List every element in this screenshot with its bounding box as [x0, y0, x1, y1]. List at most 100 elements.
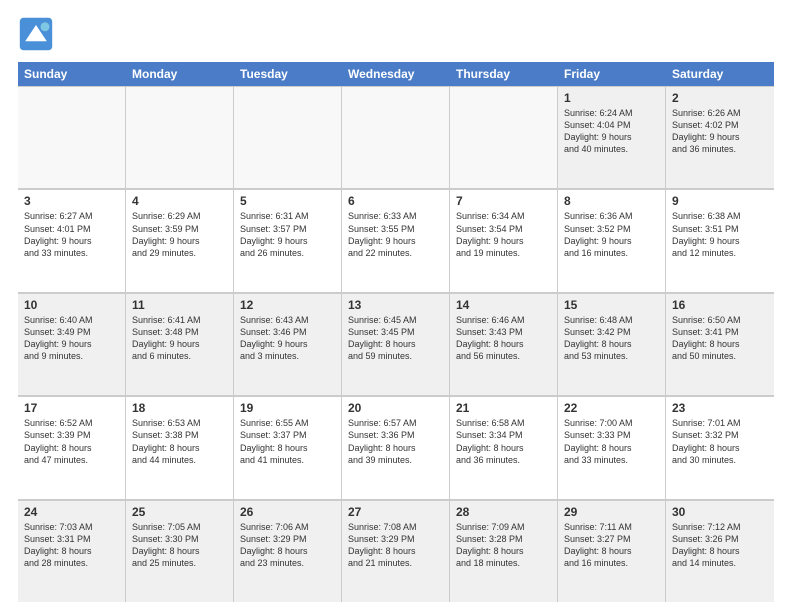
calendar-row-1: 3 Sunrise: 6:27 AMSunset: 4:01 PMDaylight…	[18, 189, 774, 292]
cell-info: Sunrise: 7:09 AMSunset: 3:28 PMDaylight:…	[456, 521, 551, 570]
calendar-cell: 5 Sunrise: 6:31 AMSunset: 3:57 PMDaylight…	[234, 190, 342, 291]
cell-info: Sunrise: 6:45 AMSunset: 3:45 PMDaylight:…	[348, 314, 443, 363]
calendar-cell: 9 Sunrise: 6:38 AMSunset: 3:51 PMDaylight…	[666, 190, 774, 291]
day-number: 9	[672, 194, 768, 208]
calendar-cell: 22 Sunrise: 7:00 AMSunset: 3:33 PMDayligh…	[558, 397, 666, 498]
day-number: 16	[672, 298, 768, 312]
cell-info: Sunrise: 6:34 AMSunset: 3:54 PMDaylight:…	[456, 210, 551, 259]
day-number: 21	[456, 401, 551, 415]
logo-icon	[18, 16, 54, 52]
calendar-cell: 21 Sunrise: 6:58 AMSunset: 3:34 PMDayligh…	[450, 397, 558, 498]
calendar-cell: 2 Sunrise: 6:26 AMSunset: 4:02 PMDaylight…	[666, 87, 774, 188]
cell-info: Sunrise: 6:27 AMSunset: 4:01 PMDaylight:…	[24, 210, 119, 259]
day-number: 26	[240, 505, 335, 519]
day-number: 11	[132, 298, 227, 312]
cell-info: Sunrise: 7:08 AMSunset: 3:29 PMDaylight:…	[348, 521, 443, 570]
day-number: 17	[24, 401, 119, 415]
day-number: 18	[132, 401, 227, 415]
calendar: SundayMondayTuesdayWednesdayThursdayFrid…	[18, 62, 774, 602]
day-number: 10	[24, 298, 119, 312]
header	[18, 16, 774, 52]
cell-info: Sunrise: 6:55 AMSunset: 3:37 PMDaylight:…	[240, 417, 335, 466]
calendar-cell: 11Sunrise: 6:41 AMSunset: 3:48 PMDayligh…	[126, 294, 234, 395]
cell-info: Sunrise: 7:01 AMSunset: 3:32 PMDaylight:…	[672, 417, 768, 466]
day-number: 2	[672, 91, 768, 105]
cell-info: Sunrise: 6:53 AMSunset: 3:38 PMDaylight:…	[132, 417, 227, 466]
calendar-cell: 6 Sunrise: 6:33 AMSunset: 3:55 PMDaylight…	[342, 190, 450, 291]
page: SundayMondayTuesdayWednesdayThursdayFrid…	[0, 0, 792, 612]
day-number: 20	[348, 401, 443, 415]
day-number: 3	[24, 194, 119, 208]
day-number: 22	[564, 401, 659, 415]
header-cell-tuesday: Tuesday	[234, 62, 342, 86]
calendar-row-3: 17 Sunrise: 6:52 AMSunset: 3:39 PMDayligh…	[18, 396, 774, 499]
cell-info: Sunrise: 6:33 AMSunset: 3:55 PMDaylight:…	[348, 210, 443, 259]
calendar-cell: 26 Sunrise: 7:06 AMSunset: 3:29 PMDayligh…	[234, 501, 342, 602]
calendar-cell: 23 Sunrise: 7:01 AMSunset: 3:32 PMDayligh…	[666, 397, 774, 498]
calendar-cell: 14 Sunrise: 6:46 AMSunset: 3:43 PMDayligh…	[450, 294, 558, 395]
header-cell-monday: Monday	[126, 62, 234, 86]
calendar-cell: 19 Sunrise: 6:55 AMSunset: 3:37 PMDayligh…	[234, 397, 342, 498]
header-cell-thursday: Thursday	[450, 62, 558, 86]
calendar-cell: 1 Sunrise: 6:24 AMSunset: 4:04 PMDaylight…	[558, 87, 666, 188]
cell-info: Sunrise: 6:38 AMSunset: 3:51 PMDaylight:…	[672, 210, 768, 259]
cell-info: Sunrise: 6:29 AMSunset: 3:59 PMDaylight:…	[132, 210, 227, 259]
calendar-cell: 3 Sunrise: 6:27 AMSunset: 4:01 PMDaylight…	[18, 190, 126, 291]
header-cell-friday: Friday	[558, 62, 666, 86]
day-number: 14	[456, 298, 551, 312]
calendar-cell: 16 Sunrise: 6:50 AMSunset: 3:41 PMDayligh…	[666, 294, 774, 395]
day-number: 4	[132, 194, 227, 208]
calendar-cell: 7 Sunrise: 6:34 AMSunset: 3:54 PMDaylight…	[450, 190, 558, 291]
header-cell-wednesday: Wednesday	[342, 62, 450, 86]
calendar-cell: 29 Sunrise: 7:11 AMSunset: 3:27 PMDayligh…	[558, 501, 666, 602]
calendar-cell: 20Sunrise: 6:57 AMSunset: 3:36 PMDayligh…	[342, 397, 450, 498]
calendar-row-0: 1 Sunrise: 6:24 AMSunset: 4:04 PMDaylight…	[18, 86, 774, 189]
calendar-cell: 28Sunrise: 7:09 AMSunset: 3:28 PMDayligh…	[450, 501, 558, 602]
cell-info: Sunrise: 6:24 AMSunset: 4:04 PMDaylight:…	[564, 107, 659, 156]
header-cell-saturday: Saturday	[666, 62, 774, 86]
calendar-row-2: 10Sunrise: 6:40 AMSunset: 3:49 PMDayligh…	[18, 293, 774, 396]
calendar-body: 1 Sunrise: 6:24 AMSunset: 4:04 PMDaylight…	[18, 86, 774, 602]
cell-info: Sunrise: 7:06 AMSunset: 3:29 PMDaylight:…	[240, 521, 335, 570]
calendar-cell: 27 Sunrise: 7:08 AMSunset: 3:29 PMDayligh…	[342, 501, 450, 602]
calendar-cell: 24Sunrise: 7:03 AMSunset: 3:31 PMDayligh…	[18, 501, 126, 602]
calendar-cell: 17 Sunrise: 6:52 AMSunset: 3:39 PMDayligh…	[18, 397, 126, 498]
day-number: 7	[456, 194, 551, 208]
calendar-cell: 13 Sunrise: 6:45 AMSunset: 3:45 PMDayligh…	[342, 294, 450, 395]
calendar-cell	[234, 87, 342, 188]
day-number: 13	[348, 298, 443, 312]
cell-info: Sunrise: 6:52 AMSunset: 3:39 PMDaylight:…	[24, 417, 119, 466]
calendar-cell: 30Sunrise: 7:12 AMSunset: 3:26 PMDayligh…	[666, 501, 774, 602]
cell-info: Sunrise: 7:11 AMSunset: 3:27 PMDaylight:…	[564, 521, 659, 570]
day-number: 25	[132, 505, 227, 519]
day-number: 23	[672, 401, 768, 415]
day-number: 6	[348, 194, 443, 208]
cell-info: Sunrise: 6:48 AMSunset: 3:42 PMDaylight:…	[564, 314, 659, 363]
cell-info: Sunrise: 6:46 AMSunset: 3:43 PMDaylight:…	[456, 314, 551, 363]
cell-info: Sunrise: 6:58 AMSunset: 3:34 PMDaylight:…	[456, 417, 551, 466]
calendar-cell: 25 Sunrise: 7:05 AMSunset: 3:30 PMDayligh…	[126, 501, 234, 602]
cell-info: Sunrise: 7:05 AMSunset: 3:30 PMDaylight:…	[132, 521, 227, 570]
day-number: 27	[348, 505, 443, 519]
day-number: 12	[240, 298, 335, 312]
day-number: 5	[240, 194, 335, 208]
calendar-cell	[450, 87, 558, 188]
day-number: 24	[24, 505, 119, 519]
calendar-cell: 4 Sunrise: 6:29 AMSunset: 3:59 PMDaylight…	[126, 190, 234, 291]
calendar-cell: 12 Sunrise: 6:43 AMSunset: 3:46 PMDayligh…	[234, 294, 342, 395]
cell-info: Sunrise: 6:31 AMSunset: 3:57 PMDaylight:…	[240, 210, 335, 259]
day-number: 19	[240, 401, 335, 415]
calendar-header: SundayMondayTuesdayWednesdayThursdayFrid…	[18, 62, 774, 86]
day-number: 29	[564, 505, 659, 519]
cell-info: Sunrise: 7:00 AMSunset: 3:33 PMDaylight:…	[564, 417, 659, 466]
cell-info: Sunrise: 6:50 AMSunset: 3:41 PMDaylight:…	[672, 314, 768, 363]
calendar-cell	[126, 87, 234, 188]
cell-info: Sunrise: 6:36 AMSunset: 3:52 PMDaylight:…	[564, 210, 659, 259]
day-number: 1	[564, 91, 659, 105]
cell-info: Sunrise: 6:26 AMSunset: 4:02 PMDaylight:…	[672, 107, 768, 156]
cell-info: Sunrise: 6:43 AMSunset: 3:46 PMDaylight:…	[240, 314, 335, 363]
day-number: 30	[672, 505, 768, 519]
day-number: 15	[564, 298, 659, 312]
day-number: 8	[564, 194, 659, 208]
calendar-cell	[342, 87, 450, 188]
